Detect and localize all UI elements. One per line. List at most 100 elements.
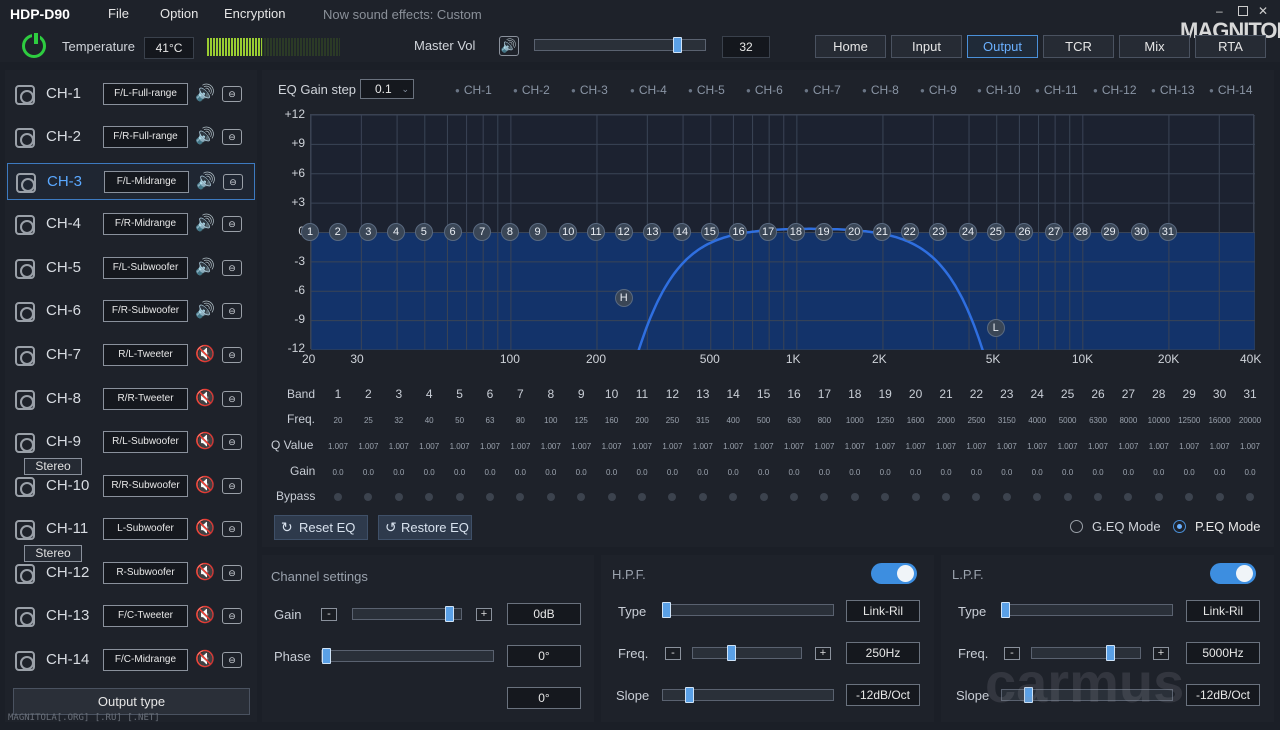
lpf-marker[interactable]: L bbox=[986, 319, 1005, 337]
link-icon[interactable]: ⊖ bbox=[222, 347, 242, 363]
band-gain[interactable]: 0.0 bbox=[353, 468, 383, 477]
band-q[interactable]: 1.007 bbox=[566, 442, 596, 451]
band-gain[interactable]: 0.0 bbox=[505, 468, 535, 477]
band-freq[interactable]: 20 bbox=[323, 416, 353, 425]
band-freq[interactable]: 630 bbox=[779, 416, 809, 425]
band-q[interactable]: 1.007 bbox=[475, 442, 505, 451]
band-q[interactable]: 1.007 bbox=[688, 442, 718, 451]
eq-band-node-23[interactable]: 23 bbox=[929, 222, 948, 241]
band-gain[interactable]: 0.0 bbox=[566, 468, 596, 477]
link-icon[interactable]: ⊖ bbox=[222, 565, 242, 581]
channel-type-button[interactable]: F/L-Full-range bbox=[103, 83, 188, 105]
channel-type-button[interactable]: F/R-Midrange bbox=[103, 213, 188, 235]
band-freq[interactable]: 12500 bbox=[1174, 416, 1204, 425]
band-freq[interactable]: 200 bbox=[627, 416, 657, 425]
hpf-freq-slider[interactable] bbox=[692, 647, 802, 659]
band-gain[interactable]: 0.0 bbox=[1174, 468, 1204, 477]
peq-mode-radio[interactable] bbox=[1173, 520, 1186, 533]
band-q[interactable]: 1.007 bbox=[1083, 442, 1113, 451]
stereo-badge-ch9-10[interactable]: Stereo bbox=[24, 458, 82, 475]
eq-band-node-11[interactable]: 11 bbox=[586, 222, 605, 241]
band-q[interactable]: 1.007 bbox=[870, 442, 900, 451]
channel-row-4[interactable]: CH-4 F/R-Midrange 🔊 ⊖ bbox=[7, 206, 255, 243]
tab-output[interactable]: Output bbox=[967, 35, 1038, 58]
eq-band-node-21[interactable]: 21 bbox=[872, 222, 891, 241]
eq-band-node-31[interactable]: 31 bbox=[1158, 222, 1177, 241]
channel-row-13[interactable]: CH-13 F/C-Tweeter 🔇 ⊖ bbox=[7, 598, 255, 635]
output-type-button[interactable]: Output type bbox=[13, 688, 250, 715]
master-speaker-icon[interactable]: 🔊 bbox=[499, 36, 519, 56]
menu-option[interactable]: Option bbox=[160, 6, 198, 21]
band-gain[interactable]: 0.0 bbox=[931, 468, 961, 477]
channel-row-14[interactable]: CH-14 F/C-Midrange 🔇 ⊖ bbox=[7, 642, 255, 679]
band-bypass-dot[interactable] bbox=[1215, 493, 1224, 501]
lpf-type-slider[interactable] bbox=[1001, 604, 1173, 616]
band-gain[interactable]: 0.0 bbox=[597, 468, 627, 477]
band-q[interactable]: 1.007 bbox=[1022, 442, 1052, 451]
eq-band-node-25[interactable]: 25 bbox=[986, 222, 1005, 241]
channel-type-button[interactable]: F/L-Midrange bbox=[104, 171, 189, 193]
band-freq[interactable]: 3150 bbox=[992, 416, 1022, 425]
band-gain[interactable]: 0.0 bbox=[384, 468, 414, 477]
channel-type-button[interactable]: R/L-Tweeter bbox=[103, 344, 188, 366]
band-freq[interactable]: 1600 bbox=[901, 416, 931, 425]
band-gain[interactable]: 0.0 bbox=[992, 468, 1022, 477]
mute-speaker-icon[interactable]: 🔇 bbox=[195, 606, 215, 626]
band-freq[interactable]: 250 bbox=[657, 416, 687, 425]
band-bypass-dot[interactable] bbox=[790, 493, 798, 501]
band-freq[interactable]: 500 bbox=[749, 416, 779, 425]
eq-channel-select-9[interactable]: CH-9 bbox=[920, 83, 957, 97]
eq-band-node-6[interactable]: 6 bbox=[443, 222, 462, 241]
band-gain[interactable]: 0.0 bbox=[536, 468, 566, 477]
band-bypass-dot[interactable] bbox=[1246, 493, 1254, 501]
hpf-type-thumb[interactable] bbox=[662, 602, 671, 618]
channel-type-button[interactable]: F/C-Midrange bbox=[103, 649, 188, 671]
band-bypass-dot[interactable] bbox=[942, 493, 950, 501]
volume-icon[interactable]: 🔊 bbox=[195, 214, 215, 234]
hpf-toggle[interactable] bbox=[871, 563, 917, 584]
volume-icon[interactable]: 🔊 bbox=[195, 84, 215, 104]
band-freq[interactable]: 800 bbox=[809, 416, 839, 425]
band-freq[interactable]: 6300 bbox=[1083, 416, 1113, 425]
eq-channel-select-14[interactable]: CH-14 bbox=[1209, 83, 1253, 97]
band-gain[interactable]: 0.0 bbox=[901, 468, 931, 477]
band-gain[interactable]: 0.0 bbox=[718, 468, 748, 477]
band-freq[interactable]: 32 bbox=[384, 416, 414, 425]
eq-band-node-10[interactable]: 10 bbox=[559, 222, 578, 241]
hpf-type-value[interactable]: Link-Ril bbox=[846, 600, 920, 622]
band-q[interactable]: 1.007 bbox=[1113, 442, 1143, 451]
band-gain[interactable]: 0.0 bbox=[323, 468, 353, 477]
mute-speaker-icon[interactable]: 🔇 bbox=[195, 432, 215, 452]
band-bypass-dot[interactable] bbox=[455, 493, 464, 501]
band-gain[interactable]: 0.0 bbox=[870, 468, 900, 477]
channel-row-6[interactable]: CH-6 F/R-Subwoofer 🔊 ⊖ bbox=[7, 293, 255, 330]
band-q[interactable]: 1.007 bbox=[414, 442, 444, 451]
minimize-icon[interactable]: – bbox=[1216, 5, 1226, 17]
channel-row-8[interactable]: CH-8 R/R-Tweeter 🔇 ⊖ bbox=[7, 381, 255, 418]
eq-band-node-26[interactable]: 26 bbox=[1015, 222, 1034, 241]
hpf-freq-minus-button[interactable]: - bbox=[665, 647, 681, 660]
band-q[interactable]: 1.007 bbox=[1235, 442, 1265, 451]
eq-channel-select-6[interactable]: CH-6 bbox=[746, 83, 783, 97]
band-bypass-dot[interactable] bbox=[486, 493, 494, 501]
eq-band-node-13[interactable]: 13 bbox=[643, 222, 662, 241]
band-q[interactable]: 1.007 bbox=[992, 442, 1022, 451]
mute-speaker-icon[interactable]: 🔇 bbox=[195, 563, 215, 583]
band-freq[interactable]: 20000 bbox=[1235, 416, 1265, 425]
band-q[interactable]: 1.007 bbox=[1174, 442, 1204, 451]
hpf-freq-plus-button[interactable]: + bbox=[815, 647, 831, 660]
reset-eq-button[interactable]: ↻ Reset EQ bbox=[274, 515, 368, 540]
eq-band-node-4[interactable]: 4 bbox=[387, 222, 406, 241]
tab-tcr[interactable]: TCR bbox=[1043, 35, 1114, 58]
channel-row-3[interactable]: CH-3 F/L-Midrange 🔊 ⊖ bbox=[7, 163, 255, 200]
band-freq[interactable]: 80 bbox=[505, 416, 535, 425]
eq-band-node-16[interactable]: 16 bbox=[729, 222, 748, 241]
eq-channel-select-8[interactable]: CH-8 bbox=[862, 83, 899, 97]
eq-band-node-12[interactable]: 12 bbox=[614, 222, 633, 241]
restore-eq-button[interactable]: ↺ Restore EQ bbox=[378, 515, 472, 540]
tab-home[interactable]: Home bbox=[815, 35, 886, 58]
link-icon[interactable]: ⊖ bbox=[222, 86, 242, 102]
band-q[interactable]: 1.007 bbox=[1053, 442, 1083, 451]
link-icon[interactable]: ⊖ bbox=[222, 521, 242, 537]
eq-band-node-18[interactable]: 18 bbox=[786, 222, 805, 241]
